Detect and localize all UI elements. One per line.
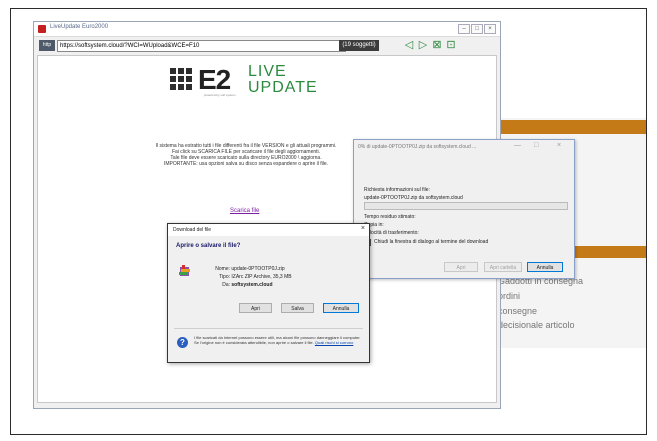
background-menu-line: decisionale articolo	[498, 320, 575, 330]
http-badge: http	[39, 40, 55, 51]
progress-title: 0% di update-0PTOOTP0J.zip da softsystem…	[358, 144, 477, 150]
save-button[interactable]: Salva	[281, 303, 314, 313]
close-on-complete-label: Chiudi la finestra di dialogo al termine…	[374, 239, 489, 245]
info-line: IMPORTANTE: usa opzioni salva su disco s…	[163, 161, 329, 167]
type-row: Tipo: IZArc ZIP Archive, 35,3 MB	[200, 274, 292, 280]
scarica-file-link[interactable]: Scarica file	[230, 208, 259, 214]
stop-icon[interactable]: ⊠	[431, 39, 443, 51]
refresh-icon[interactable]: ⊡	[445, 39, 457, 51]
url-field[interactable]: https://softsystem.cloud/?WCI=WUpload&WC…	[57, 40, 346, 52]
open-button[interactable]: Apri	[444, 262, 478, 272]
from-key: Da:	[222, 282, 230, 288]
window-title: LiveUpdate Euro2000	[50, 24, 109, 30]
type-value: IZArc ZIP Archive, 35,3 MB	[231, 274, 292, 280]
download-progress-bar	[364, 202, 568, 210]
maximize-button[interactable]: □	[471, 24, 483, 34]
maximize-button[interactable]: □	[534, 142, 538, 149]
dialog-title: Download del file	[173, 227, 212, 233]
from-value: softsystem.cloud	[231, 282, 273, 288]
minimize-button[interactable]: –	[458, 24, 470, 34]
background-menu-line: ordini	[498, 291, 521, 301]
logo-update: UPDATE	[248, 79, 318, 96]
close-button[interactable]: ×	[484, 24, 496, 34]
from-row: Da: softsystem.cloud	[200, 282, 273, 288]
logo-tagline: powered by soft system	[204, 93, 236, 97]
download-progress-dialog: 0% di update-0PTOOTP0J.zip da softsystem…	[353, 139, 575, 279]
security-shield-icon: ?	[177, 337, 188, 348]
name-value: update-0PTOOTP0J.zip	[231, 266, 285, 272]
archive-icon	[179, 265, 190, 276]
open-button[interactable]: Apri	[239, 303, 272, 313]
back-icon[interactable]: ◁	[403, 39, 415, 51]
risks-link[interactable]: Quali rischi si corrono	[315, 340, 353, 345]
minimize-button[interactable]: —	[514, 142, 521, 149]
window-titlebar: LiveUpdate Euro2000 – □ ×	[34, 22, 500, 37]
dialog-separator	[174, 328, 363, 329]
type-key: Tipo:	[219, 274, 230, 280]
dialog-heading: Aprire o salvare il file?	[176, 243, 241, 249]
cancel-button[interactable]: Annulla	[527, 262, 563, 272]
background-menu-line: consegne	[498, 306, 538, 316]
open-folder-button[interactable]: Apri cartella	[484, 262, 522, 272]
dialog-titlebar: Download del file ×	[168, 224, 369, 236]
close-button[interactable]: ×	[361, 225, 365, 232]
time-label: Tempo residuo stimato:	[364, 214, 416, 220]
address-bar: http https://softsystem.cloud/?WCI=WUplo…	[37, 38, 497, 55]
app-icon	[38, 25, 46, 33]
info-text: Il sistema ha estratto tutti i file diff…	[126, 143, 366, 167]
logo-brand: E2	[198, 64, 231, 95]
count-badge: (19 soggetti)	[339, 40, 379, 51]
file-line: update-0PTOOTP0J.zip da softsystem.cloud	[364, 195, 463, 201]
close-button[interactable]: ×	[557, 142, 561, 149]
info-label: Richiesta informazioni sul file:	[364, 187, 430, 193]
name-row: Nome: update-0PTOOTP0J.zip	[200, 266, 285, 272]
security-warning: I file scaricati da Internet possono ess…	[194, 335, 366, 345]
cancel-button[interactable]: Annulla	[323, 303, 359, 313]
forward-icon[interactable]: ▷	[417, 39, 429, 51]
name-key: Nome:	[215, 266, 230, 272]
download-file-dialog: Download del file × Aprire o salvare il …	[167, 223, 370, 363]
rate-label: Velocità di trasferimento:	[364, 230, 419, 236]
